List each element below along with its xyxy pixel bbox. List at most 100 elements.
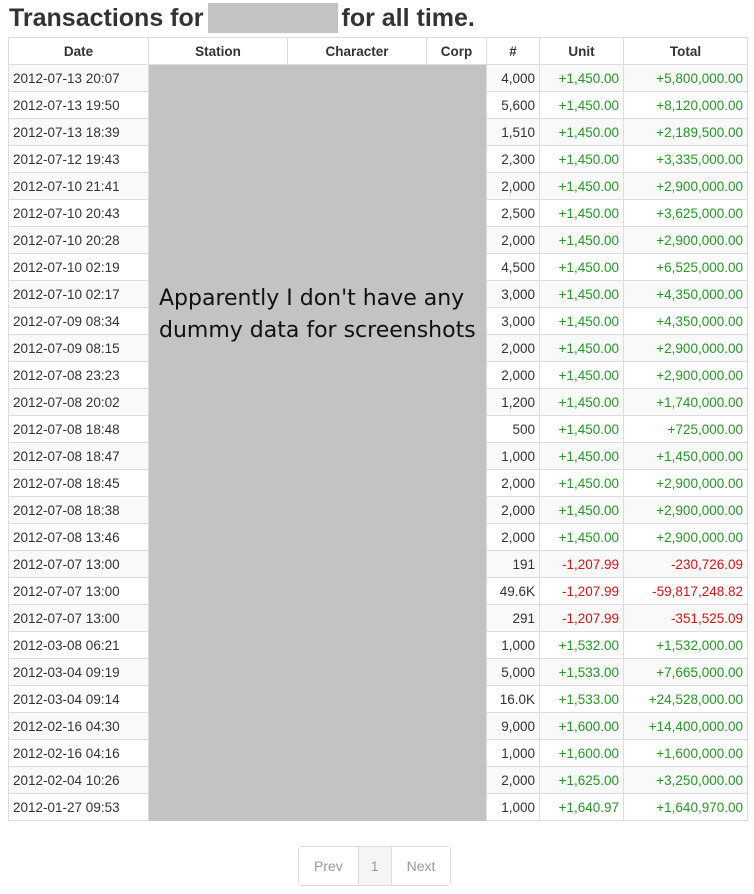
unit-price-cell: -1,207.99 (539, 550, 624, 578)
date-cell: 2012-03-04 09:19 (8, 658, 149, 686)
date-cell: 2012-01-27 09:53 (8, 793, 149, 821)
total-cell: +6,525,000.00 (623, 253, 748, 281)
date-cell: 2012-07-13 19:50 (8, 91, 149, 119)
unit-price-cell: +1,450.00 (539, 469, 624, 497)
total-cell: +4,350,000.00 (623, 307, 748, 335)
date-cell: 2012-07-07 13:00 (8, 604, 149, 632)
unit-price-cell: +1,625.00 (539, 766, 624, 794)
date-cell: 2012-07-12 19:43 (8, 145, 149, 173)
date-cell: 2012-02-16 04:30 (8, 712, 149, 740)
quantity-cell: 5,600 (486, 91, 540, 119)
total-cell: +3,625,000.00 (623, 199, 748, 227)
date-cell: 2012-07-13 20:07 (8, 64, 149, 92)
unit-price-cell: +1,450.00 (539, 415, 624, 443)
table-header-row: Date Station Character Corp # Unit Total (8, 37, 748, 65)
quantity-cell: 5,000 (486, 658, 540, 686)
unit-price-cell: -1,207.99 (539, 604, 624, 632)
unit-price-cell: +1,450.00 (539, 307, 624, 335)
total-cell: +7,665,000.00 (623, 658, 748, 686)
unit-price-cell: +1,600.00 (539, 739, 624, 767)
unit-price-cell: +1,450.00 (539, 145, 624, 173)
quantity-cell: 2,000 (486, 226, 540, 254)
unit-price-cell: +1,450.00 (539, 523, 624, 551)
total-cell: -59,817,248.82 (623, 577, 748, 605)
date-cell: 2012-07-10 02:17 (8, 280, 149, 308)
date-cell: 2012-07-08 18:38 (8, 496, 149, 524)
total-cell: +1,640,970.00 (623, 793, 748, 821)
transactions-table: Date Station Character Corp # Unit Total 2012-… (8, 37, 748, 821)
quantity-cell: 2,000 (486, 172, 540, 200)
total-cell: +2,900,000.00 (623, 172, 748, 200)
quantity-cell: 2,500 (486, 199, 540, 227)
quantity-cell: 4,000 (486, 64, 540, 92)
column-header[interactable]: Date (8, 37, 149, 65)
quantity-cell: 2,000 (486, 334, 540, 362)
unit-price-cell: +1,450.00 (539, 64, 624, 92)
date-cell: 2012-07-08 18:47 (8, 442, 149, 470)
total-cell: +3,335,000.00 (623, 145, 748, 173)
unit-price-cell: +1,450.00 (539, 442, 624, 470)
unit-price-cell: +1,450.00 (539, 172, 624, 200)
date-cell: 2012-07-07 13:00 (8, 550, 149, 578)
unit-price-cell: +1,640.97 (539, 793, 624, 821)
date-cell: 2012-07-09 08:34 (8, 307, 149, 335)
title-prefix: Transactions for (9, 4, 204, 32)
current-page-button[interactable]: 1 (358, 847, 392, 885)
quantity-cell: 191 (486, 550, 540, 578)
quantity-cell: 16.0K (486, 685, 540, 713)
redacted-area (148, 64, 487, 821)
unit-price-cell: -1,207.99 (539, 577, 624, 605)
prev-page-button[interactable]: Prev (299, 847, 359, 885)
quantity-cell: 291 (486, 604, 540, 632)
unit-price-cell: +1,450.00 (539, 496, 624, 524)
unit-price-cell: +1,450.00 (539, 253, 624, 281)
table-row: 2012-07-13 20:07 4,000 +1,450.00 +5,800,000… (8, 64, 748, 821)
date-cell: 2012-07-07 13:00 (8, 577, 149, 605)
total-cell: +1,450,000.00 (623, 442, 748, 470)
total-cell: +5,800,000.00 (623, 64, 748, 92)
column-header[interactable]: # (486, 37, 540, 65)
column-header[interactable]: Station (148, 37, 288, 65)
quantity-cell: 2,000 (486, 496, 540, 524)
quantity-cell: 2,300 (486, 145, 540, 173)
quantity-cell: 1,200 (486, 388, 540, 416)
quantity-cell: 500 (486, 415, 540, 443)
unit-price-cell: +1,450.00 (539, 226, 624, 254)
date-cell: 2012-07-10 20:28 (8, 226, 149, 254)
unit-price-cell: +1,532.00 (539, 631, 624, 659)
unit-price-cell: +1,450.00 (539, 118, 624, 146)
total-cell: +2,900,000.00 (623, 523, 748, 551)
date-cell: 2012-07-08 23:23 (8, 361, 149, 389)
redacted-item-name (207, 3, 338, 33)
quantity-cell: 9,000 (486, 712, 540, 740)
total-cell: +1,532,000.00 (623, 631, 748, 659)
quantity-cell: 1,510 (486, 118, 540, 146)
unit-price-cell: +1,533.00 (539, 658, 624, 686)
total-cell: +1,740,000.00 (623, 388, 748, 416)
unit-price-cell: +1,533.00 (539, 685, 624, 713)
total-cell: +2,900,000.00 (623, 334, 748, 362)
quantity-cell: 1,000 (486, 631, 540, 659)
column-header[interactable]: Total (623, 37, 748, 65)
total-cell: +2,900,000.00 (623, 469, 748, 497)
total-cell: +4,350,000.00 (623, 280, 748, 308)
column-header[interactable]: Corp (426, 37, 487, 65)
total-cell: +2,189,500.00 (623, 118, 748, 146)
quantity-cell: 2,000 (486, 523, 540, 551)
total-cell: -230,726.09 (623, 550, 748, 578)
column-header[interactable]: Unit (539, 37, 624, 65)
quantity-cell: 1,000 (486, 739, 540, 767)
total-cell: +8,120,000.00 (623, 91, 748, 119)
total-cell: +24,528,000.00 (623, 685, 748, 713)
total-cell: +2,900,000.00 (623, 361, 748, 389)
quantity-cell: 49.6K (486, 577, 540, 605)
quantity-cell: 3,000 (486, 280, 540, 308)
quantity-cell: 3,000 (486, 307, 540, 335)
quantity-cell: 2,000 (486, 766, 540, 794)
total-cell: +1,600,000.00 (623, 739, 748, 767)
next-page-button[interactable]: Next (391, 847, 451, 885)
column-header[interactable]: Character (287, 37, 427, 65)
quantity-cell: 1,000 (486, 793, 540, 821)
unit-price-cell: +1,450.00 (539, 361, 624, 389)
unit-price-cell: +1,600.00 (539, 712, 624, 740)
